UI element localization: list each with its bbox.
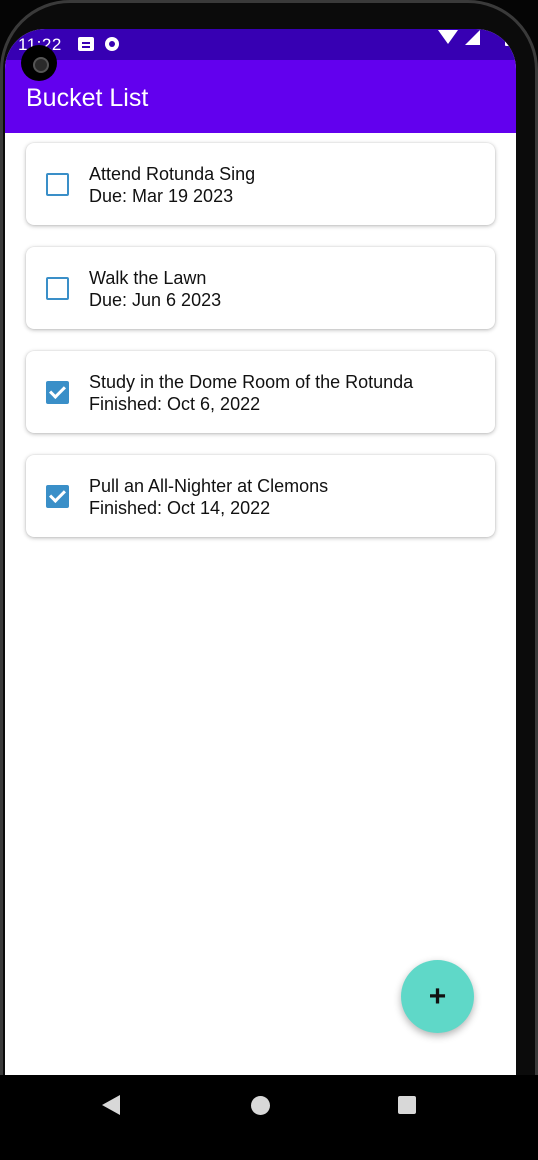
- recents-icon[interactable]: [398, 1096, 416, 1114]
- app-bar: Bucket List: [5, 60, 516, 133]
- front-camera: [21, 45, 57, 81]
- item-checkbox[interactable]: [46, 381, 69, 404]
- plus-icon: +: [428, 979, 447, 1013]
- screen: 11:22 Bucket List Attend Rotunda Sing Du…: [5, 29, 516, 1075]
- item-finished-date: Finished: Oct 14, 2022: [89, 498, 271, 518]
- page-title: Bucket List: [26, 84, 149, 112]
- item-title: Walk the Lawn: [89, 268, 207, 288]
- add-item-button[interactable]: +: [401, 960, 474, 1033]
- item-due-date: Due: Jun 6 2023: [89, 290, 222, 310]
- home-icon[interactable]: [251, 1096, 270, 1115]
- notification-icon: [78, 37, 94, 51]
- signal-icon: [465, 30, 480, 45]
- list-item[interactable]: Pull an All-Nighter at Clemons Finished:…: [26, 455, 495, 537]
- item-finished-date: Finished: Oct 6, 2022: [89, 394, 261, 414]
- item-checkbox[interactable]: [46, 485, 69, 508]
- item-title: Pull an All-Nighter at Clemons: [89, 476, 329, 496]
- status-bar: 11:22: [5, 29, 516, 60]
- list-item[interactable]: Walk the Lawn Due: Jun 6 2023: [26, 247, 495, 329]
- phone-frame: 11:22 Bucket List Attend Rotunda Sing Du…: [0, 0, 538, 1160]
- system-nav-bar: [0, 1075, 538, 1160]
- item-title: Attend Rotunda Sing: [89, 164, 256, 184]
- list-item[interactable]: Attend Rotunda Sing Due: Mar 19 2023: [26, 143, 495, 225]
- wifi-icon: [438, 30, 458, 44]
- item-checkbox[interactable]: [46, 173, 69, 196]
- item-title: Study in the Dome Room of the Rotunda: [89, 372, 414, 392]
- battery-icon: [505, 29, 514, 46]
- list-item[interactable]: Study in the Dome Room of the Rotunda Fi…: [26, 351, 495, 433]
- item-checkbox[interactable]: [46, 277, 69, 300]
- assistant-icon: [105, 37, 119, 51]
- back-icon[interactable]: [102, 1095, 120, 1115]
- item-due-date: Due: Mar 19 2023: [89, 186, 234, 206]
